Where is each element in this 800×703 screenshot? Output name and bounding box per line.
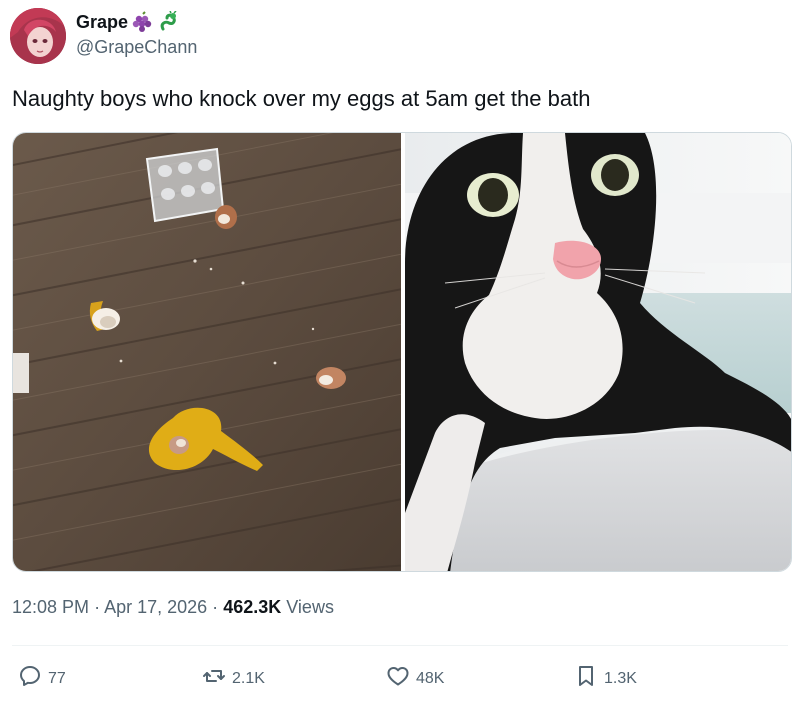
author-handle[interactable]: @GrapeChann <box>76 37 197 58</box>
views-label: Views <box>286 597 334 617</box>
author-display-name[interactable]: Grape <box>76 12 128 33</box>
author-avatar[interactable] <box>10 8 66 64</box>
views-count: 462.3K <box>223 597 282 617</box>
bookmark-count: 1.3K <box>604 669 637 687</box>
repost-count: 2.1K <box>232 669 265 687</box>
tweet-media-grid <box>12 132 792 572</box>
reply-button[interactable]: 77 <box>18 664 66 693</box>
divider <box>12 645 788 646</box>
repost-icon <box>202 664 226 693</box>
meta-separator: · <box>212 597 219 617</box>
reply-icon <box>18 664 42 693</box>
like-button[interactable]: 48K <box>386 664 444 693</box>
tweet-text: Naughty boys who knock over my eggs at 5… <box>12 86 591 111</box>
bookmark-button[interactable]: 1.3K <box>574 664 637 693</box>
heart-icon <box>386 664 410 693</box>
meta-separator: · <box>94 597 101 617</box>
wet-black-white-cat-photo[interactable] <box>405 133 791 571</box>
tweet-actions-bar: 77 2.1K 48K 1.3K <box>0 664 800 700</box>
grapes-emoji-icon <box>132 11 154 33</box>
dragon-emoji-icon <box>158 10 180 33</box>
repost-button[interactable]: 2.1K <box>202 664 265 693</box>
broken-eggs-on-floor-photo[interactable] <box>13 133 401 571</box>
reply-count: 77 <box>48 669 66 687</box>
tweet-date[interactable]: Apr 17, 2026 <box>104 597 207 617</box>
tweet-meta: 12:08 PM · Apr 17, 2026 · 462.3K Views <box>12 597 334 618</box>
tweet-time[interactable]: 12:08 PM <box>12 597 89 617</box>
like-count: 48K <box>416 669 445 687</box>
bookmark-icon <box>574 664 598 693</box>
